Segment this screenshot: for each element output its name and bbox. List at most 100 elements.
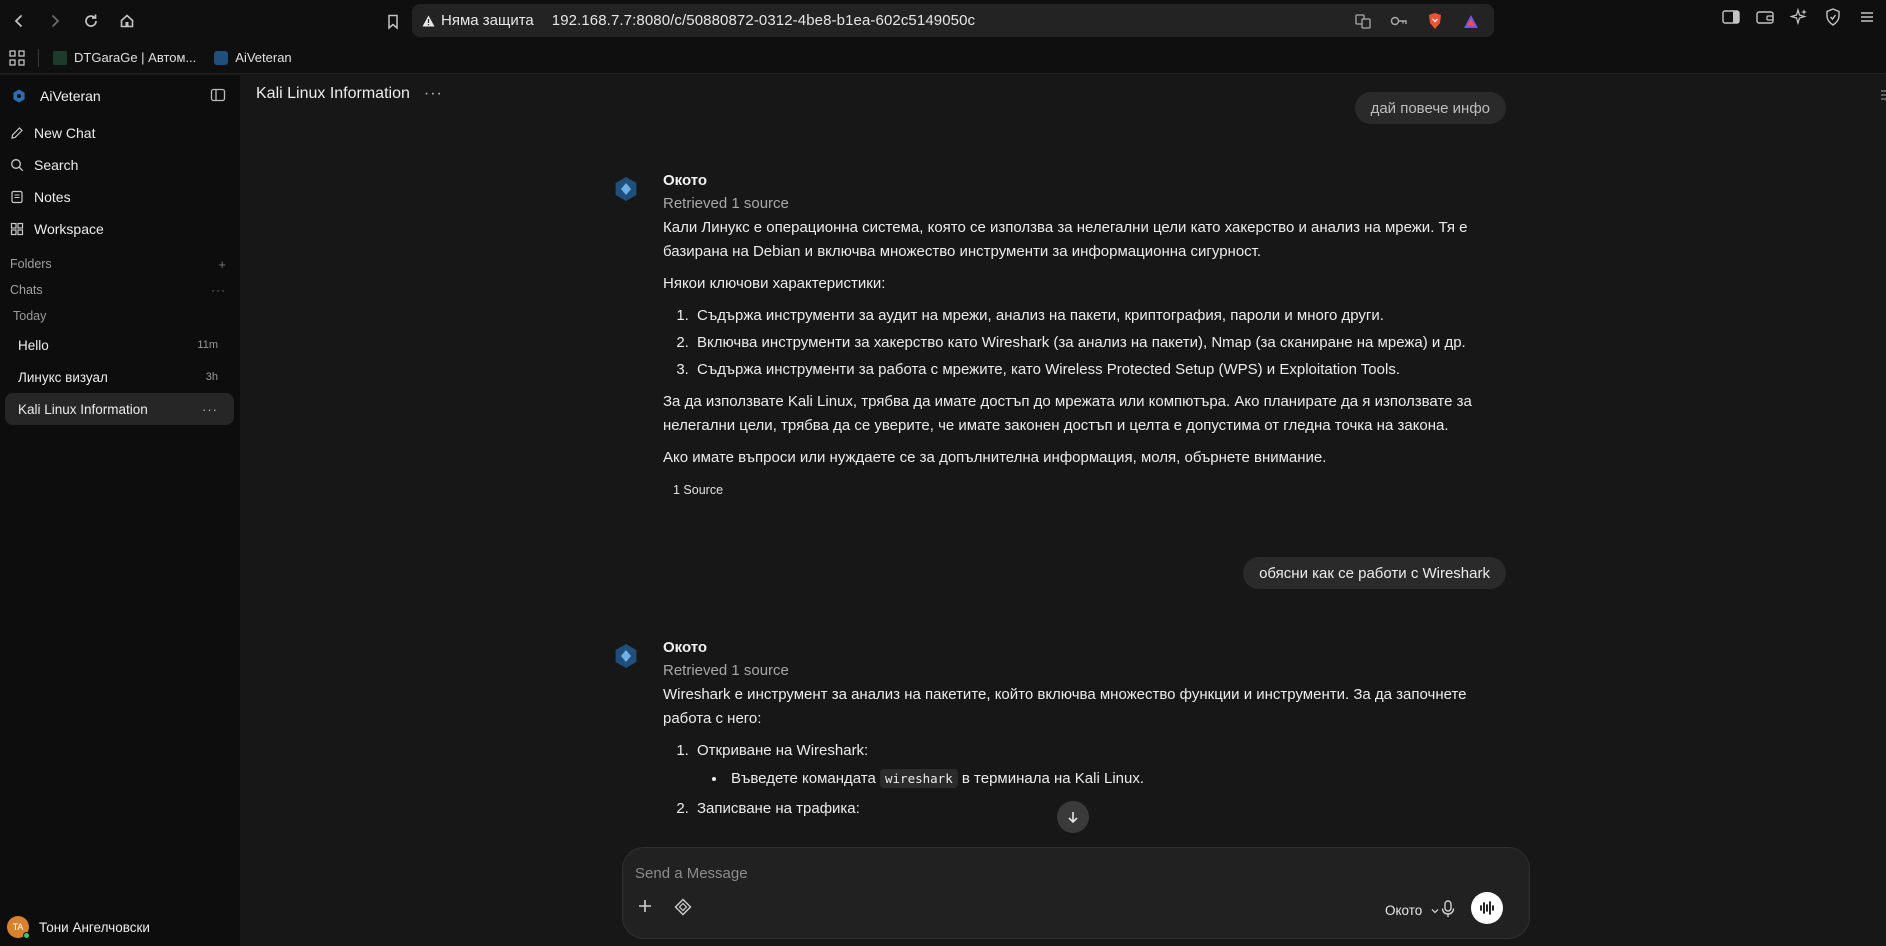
- dtgarage-favicon-icon: [53, 50, 67, 65]
- list-item: Откриване на Wireshark: Въведете команда…: [693, 739, 1513, 791]
- avatar: TA: [7, 916, 30, 939]
- chat-time: 11m: [197, 339, 218, 351]
- chats-label: Chats: [10, 283, 43, 297]
- bookmark-icon[interactable]: [378, 7, 408, 37]
- steps-list: Откриване на Wireshark: Въведете команда…: [663, 739, 1513, 821]
- search-button[interactable]: Search: [10, 149, 240, 181]
- address-bar[interactable]: Няма защита 192.168.7.7:8080/c/50880872-…: [412, 4, 1494, 37]
- back-icon[interactable]: [4, 6, 34, 36]
- sub-list-item: Въведете командата wireshark в терминала…: [727, 767, 1513, 791]
- brave-rewards-icon[interactable]: [1460, 10, 1482, 32]
- bookmark-dtgarage[interactable]: DTGaraGe | Автом...: [53, 50, 196, 65]
- chat-item-kali-linux[interactable]: Kali Linux Information ···: [5, 393, 234, 425]
- attach-button[interactable]: [637, 898, 653, 914]
- reload-icon[interactable]: [76, 6, 106, 36]
- bot-name: Окото: [663, 639, 708, 656]
- sidebar-toggle-icon[interactable]: [210, 87, 226, 103]
- search-label: Search: [34, 157, 79, 173]
- chats-more-icon[interactable]: ···: [211, 283, 226, 297]
- scroll-to-bottom-button[interactable]: [1057, 801, 1089, 833]
- pencil-icon: [11, 127, 23, 139]
- bookmark-aiveteran[interactable]: AiVeteran: [214, 50, 292, 65]
- home-icon[interactable]: [112, 6, 142, 36]
- chat-title: Hello: [18, 337, 49, 353]
- message-body: Кали Линукс е операционна система, която…: [663, 216, 1513, 502]
- chat-time: 3h: [205, 371, 218, 383]
- new-chat-button[interactable]: New Chat: [10, 117, 240, 149]
- assistant-message: Окото Retrieved 1 source Кали Линукс е о…: [615, 172, 1513, 502]
- sources-chip[interactable]: 1 Source: [673, 478, 723, 502]
- forward-icon[interactable]: [40, 6, 70, 36]
- avatar-initials: TA: [12, 922, 24, 932]
- security-indicator[interactable]: Няма защита: [422, 12, 534, 29]
- bookmarks-divider: [38, 48, 39, 67]
- sub-text: в терминала на Kali Linux.: [961, 770, 1145, 787]
- chat-title[interactable]: Kali Linux Information: [256, 85, 410, 103]
- message-body: Wireshark е инструмент за анализ на паке…: [663, 683, 1513, 821]
- assistant-message: Окото Retrieved 1 source Wireshark е инс…: [615, 639, 1513, 829]
- user-name: Тони Ангелчовски: [39, 919, 150, 935]
- features-list: Съдържа инструменти за аудит на мрежи, а…: [663, 304, 1513, 382]
- list-item: Записване на трафика:: [693, 797, 1513, 821]
- chat-title: Kali Linux Information: [18, 401, 148, 417]
- online-status-icon: [23, 932, 30, 939]
- notes-button[interactable]: Notes: [10, 181, 240, 213]
- user-message-text: обясни как се работи с Wireshark: [1259, 564, 1490, 582]
- menu-icon[interactable]: [1856, 6, 1878, 28]
- key-icon[interactable]: [1388, 10, 1410, 32]
- paragraph: Wireshark е инструмент за анализ на паке…: [663, 686, 1467, 727]
- search-icon: [11, 159, 24, 172]
- sidebar-header: AiVeteran: [0, 75, 240, 117]
- aiveteran-favicon-icon: [214, 50, 229, 65]
- browser-toolbar: Няма защита 192.168.7.7:8080/c/50880872-…: [0, 0, 1886, 42]
- notes-icon: [11, 190, 23, 204]
- add-folder-icon[interactable]: +: [218, 257, 226, 272]
- url-text[interactable]: 192.168.7.7:8080/c/50880872-0312-4be8-b1…: [552, 12, 975, 29]
- workspace-label: Workspace: [34, 221, 104, 237]
- vpn-shield-icon[interactable]: [1822, 6, 1844, 28]
- step-title: Откриване на Wireshark:: [697, 742, 869, 759]
- chat-menu-icon[interactable]: ···: [424, 85, 443, 103]
- app-logo-icon: [13, 89, 25, 103]
- chat-main: Kali Linux Information ··· дай повече ин…: [240, 75, 1886, 946]
- paragraph: Ако имате въпроси или нуждаете се за доп…: [663, 449, 1327, 466]
- model-name: Окото: [1385, 903, 1423, 918]
- right-panel-icon[interactable]: [1878, 89, 1886, 101]
- sidebar-panel-icon[interactable]: [1720, 6, 1742, 28]
- wallet-icon[interactable]: [1754, 6, 1776, 28]
- today-label: Today: [13, 309, 47, 323]
- user-message: обясни как се работи с Wireshark: [1243, 557, 1506, 589]
- user-menu[interactable]: TA Тони Ангелчовски: [0, 908, 240, 946]
- voice-mode-button[interactable]: [1471, 892, 1503, 924]
- brave-shield-icon[interactable]: [1424, 10, 1446, 32]
- user-message-text: дай повече инфо: [1370, 99, 1490, 117]
- chat-item-hello[interactable]: Hello 11m: [5, 329, 234, 361]
- model-selector[interactable]: Окото: [1385, 903, 1440, 918]
- leo-ai-icon[interactable]: [1788, 6, 1810, 28]
- retrieved-sources[interactable]: Retrieved 1 source: [663, 195, 1513, 212]
- bot-name: Окото: [663, 172, 708, 189]
- list-item: Включва инструменти за хакерство като Wi…: [693, 331, 1513, 355]
- apps-grid-icon[interactable]: [6, 47, 28, 69]
- list-item: Съдържа инструменти за работа с мрежите,…: [693, 358, 1513, 382]
- chats-section[interactable]: Chats ···: [0, 277, 240, 303]
- step-title: Записване на трафика:: [697, 800, 860, 817]
- plus-icon: [639, 900, 651, 912]
- sidebar: AiVeteran New Chat Search Notes Workspac…: [0, 75, 240, 946]
- paragraph: За да използвате Kali Linux, трябва да и…: [663, 393, 1472, 434]
- bookmark-label: DTGaraGe | Автом...: [74, 50, 197, 65]
- arrow-down-icon: [1068, 812, 1078, 824]
- folders-label: Folders: [10, 257, 52, 271]
- tools-button[interactable]: [674, 898, 692, 916]
- workspace-button[interactable]: Workspace: [10, 213, 240, 245]
- chat-options-icon[interactable]: ···: [202, 402, 218, 417]
- chat-item-linux-visual[interactable]: Линукс визуал 3h: [5, 361, 234, 393]
- folders-section[interactable]: Folders +: [0, 251, 240, 277]
- translate-icon[interactable]: [1352, 10, 1374, 32]
- message-input[interactable]: [635, 862, 1515, 884]
- app-name[interactable]: AiVeteran: [40, 88, 101, 104]
- retrieved-sources[interactable]: Retrieved 1 source: [663, 662, 1513, 679]
- notes-label: Notes: [34, 189, 71, 205]
- microphone-button[interactable]: [1441, 900, 1455, 918]
- inline-code: wireshark: [880, 769, 958, 788]
